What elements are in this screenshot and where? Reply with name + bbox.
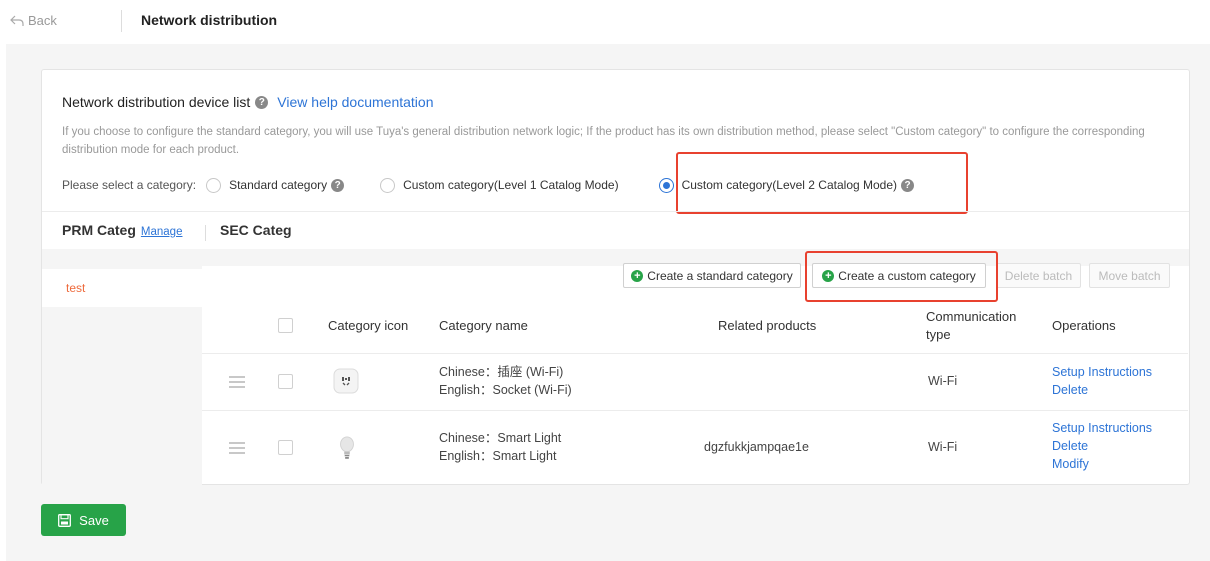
radio-standard-label: Standard category <box>229 178 328 192</box>
back-button[interactable]: Back <box>10 13 57 28</box>
header-related-products: Related products <box>718 318 817 333</box>
delete-link[interactable]: Delete <box>1052 437 1152 455</box>
highlight-box-custom <box>805 251 998 302</box>
create-standard-category-button[interactable]: + Create a standard category <box>623 263 801 288</box>
back-arrow-icon <box>10 15 24 26</box>
select-all-checkbox[interactable] <box>278 318 293 333</box>
drag-handle-icon[interactable] <box>229 442 245 454</box>
save-label: Save <box>79 512 109 528</box>
move-batch-label: Move batch <box>1098 268 1161 283</box>
primary-category-title: PRM Categ <box>62 222 136 238</box>
socket-icon <box>333 368 359 394</box>
row2-category-name: Chinese：Smart Light English：Smart Light <box>439 429 561 465</box>
save-icon <box>58 513 72 527</box>
row2-operations: Setup Instructions Delete Modify <box>1052 419 1152 473</box>
radio-standard[interactable] <box>206 177 222 193</box>
radio-standard-category[interactable]: Standard category ? <box>206 177 345 193</box>
topbar-divider <box>121 10 122 32</box>
setup-instructions-link[interactable]: Setup Instructions <box>1052 419 1152 437</box>
column-divider <box>205 225 206 241</box>
top-bar: Back Network distribution <box>0 0 1210 44</box>
secondary-category-title: SEC Categ <box>220 222 292 238</box>
move-batch-button[interactable]: Move batch <box>1089 263 1170 288</box>
bulb-icon <box>340 436 354 459</box>
distribution-card: Network distribution device list ? View … <box>41 69 1190 485</box>
primary-category-item[interactable]: test <box>42 269 202 307</box>
back-label: Back <box>28 13 57 28</box>
help-documentation-link[interactable]: View help documentation <box>277 94 433 110</box>
row1-operations: Setup Instructions Delete <box>1052 363 1152 399</box>
radio-level1-label: Custom category(Level 1 Catalog Mode) <box>403 178 619 192</box>
row2-name-en: English：Smart Light <box>439 449 557 463</box>
help-icon[interactable]: ? <box>331 178 345 192</box>
radio-level2[interactable] <box>658 177 674 193</box>
section-header: Network distribution device list ? View … <box>62 94 433 110</box>
section-description: If you choose to configure the standard … <box>62 126 1145 156</box>
primary-category-header: PRM Categ Manage <box>62 222 182 238</box>
section-title: Network distribution device list <box>62 94 251 110</box>
header-comm-line2: type <box>926 327 951 342</box>
delete-link[interactable]: Delete <box>1052 381 1152 399</box>
header-divider <box>202 353 1188 354</box>
highlight-box-level2 <box>676 152 968 214</box>
header-comm-line1: Communication <box>926 309 1017 324</box>
row1-category-name: Chinese：插座 (Wi-Fi) English：Socket (Wi-Fi… <box>439 363 572 399</box>
section-divider <box>42 211 1189 212</box>
header-communication-type: Communication type <box>926 308 1016 344</box>
row1-name-en: English：Socket (Wi-Fi) <box>439 383 572 397</box>
drag-handle-icon[interactable] <box>229 376 245 388</box>
help-icon[interactable]: ? <box>255 95 269 109</box>
create-standard-label: Create a standard category <box>647 268 793 283</box>
page-title: Network distribution <box>141 12 278 28</box>
save-button[interactable]: Save <box>41 504 126 536</box>
header-operations: Operations <box>1052 318 1116 333</box>
row-checkbox[interactable] <box>278 440 293 455</box>
header-category-icon: Category icon <box>328 318 409 333</box>
category-select-label: Please select a category: <box>62 178 197 192</box>
delete-batch-label: Delete batch <box>1004 268 1073 283</box>
setup-instructions-link[interactable]: Setup Instructions <box>1052 363 1152 381</box>
modify-link[interactable]: Modify <box>1052 455 1152 473</box>
radio-custom-level1[interactable]: Custom category(Level 1 Catalog Mode) <box>380 177 619 193</box>
header-category-name: Category name <box>439 318 528 333</box>
row2-name-cn: Chinese：Smart Light <box>439 431 562 445</box>
row-checkbox[interactable] <box>278 374 293 389</box>
row-divider <box>202 410 1188 411</box>
row1-communication-type: Wi-Fi <box>928 374 958 388</box>
delete-batch-button[interactable]: Delete batch <box>996 263 1081 288</box>
radio-level1[interactable] <box>380 177 396 193</box>
row2-communication-type: Wi-Fi <box>928 440 958 454</box>
plus-circle-icon: + <box>631 269 644 282</box>
row2-related-products: dgzfukkjampqae1e <box>704 440 809 454</box>
manage-link[interactable]: Manage <box>141 226 183 238</box>
row1-name-cn: Chinese：插座 (Wi-Fi) <box>439 365 564 379</box>
